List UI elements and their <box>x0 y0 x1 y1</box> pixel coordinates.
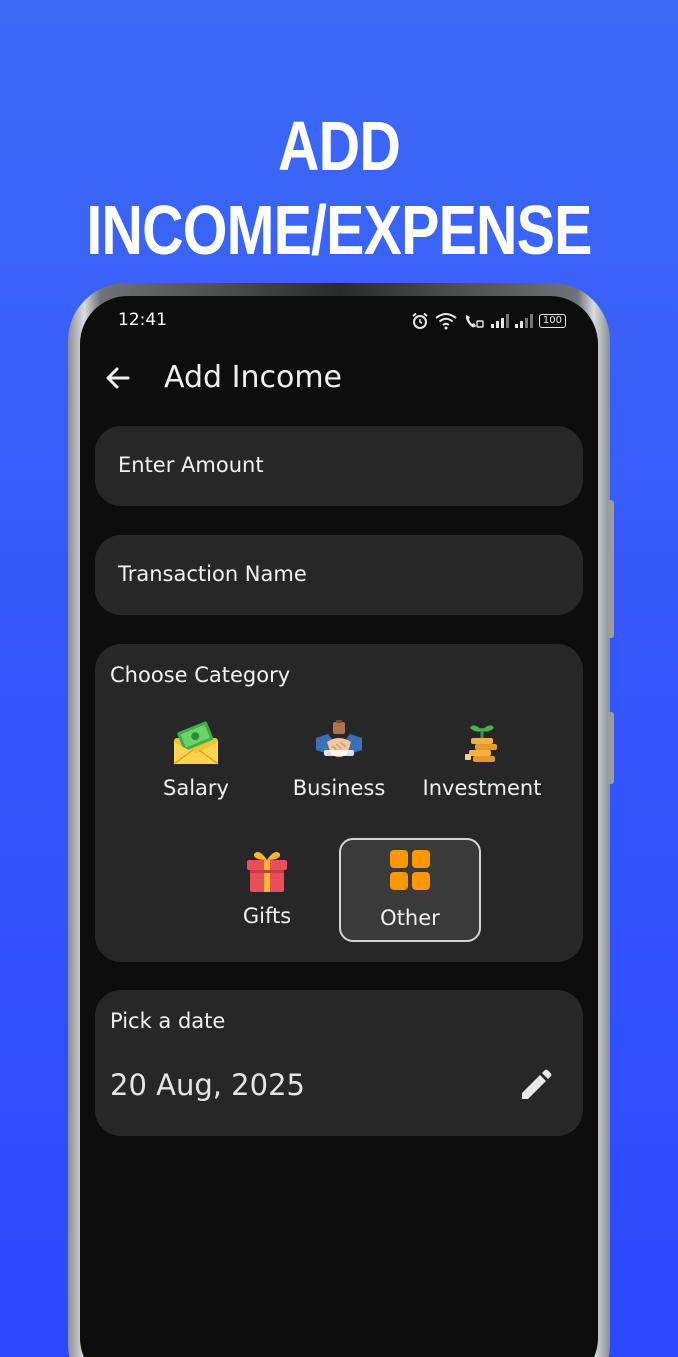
handshake-icon <box>316 720 362 757</box>
category-other[interactable]: Other <box>339 838 481 942</box>
back-arrow-icon[interactable] <box>102 360 134 396</box>
amount-placeholder: Enter Amount <box>118 453 264 477</box>
date-card[interactable]: Pick a date 20 Aug, 2025 <box>95 990 583 1136</box>
transaction-name-field[interactable]: Transaction Name <box>95 535 583 615</box>
wifi-call-icon <box>465 315 484 328</box>
promo-headline: ADD INCOME/EXPENSE <box>86 107 592 269</box>
signal-strength-sim2-icon <box>514 314 533 328</box>
power-button <box>608 712 614 784</box>
category-business-label: Business <box>292 776 386 800</box>
category-other-label: Other <box>380 906 440 930</box>
category-label: Choose Category <box>110 663 291 687</box>
grid-icon <box>390 850 430 890</box>
gift-icon <box>247 852 287 892</box>
date-label: Pick a date <box>110 1009 226 1033</box>
pencil-icon[interactable] <box>517 1068 553 1104</box>
category-business[interactable]: Business <box>268 708 410 812</box>
category-card: Choose Category Salary Business Investme… <box>95 644 583 962</box>
signal-strength-icon <box>490 314 509 328</box>
alarm-icon <box>412 312 428 329</box>
category-gifts-label: Gifts <box>242 904 292 928</box>
category-salary-label: Salary <box>163 776 229 800</box>
transaction-name-placeholder: Transaction Name <box>118 562 307 586</box>
category-salary[interactable]: Salary <box>125 708 267 812</box>
growth-coins-icon <box>465 725 497 762</box>
page-title: Add Income <box>164 360 343 395</box>
date-value: 20 Aug, 2025 <box>110 1068 305 1102</box>
money-envelope-icon <box>173 721 219 765</box>
status-time: 12:41 <box>118 310 167 330</box>
battery-icon: 100 <box>538 314 566 328</box>
category-investment-label: Investment <box>422 776 542 800</box>
phone-screen: 12:41 100 Add Income Enter Amount Transa… <box>80 296 598 1357</box>
wifi-icon <box>435 313 457 330</box>
app-bar: Add Income <box>80 358 598 398</box>
volume-button <box>608 500 614 638</box>
status-bar: 12:41 100 <box>80 310 598 334</box>
category-investment[interactable]: Investment <box>411 708 553 812</box>
category-gifts[interactable]: Gifts <box>196 836 338 940</box>
amount-field[interactable]: Enter Amount <box>95 426 583 506</box>
